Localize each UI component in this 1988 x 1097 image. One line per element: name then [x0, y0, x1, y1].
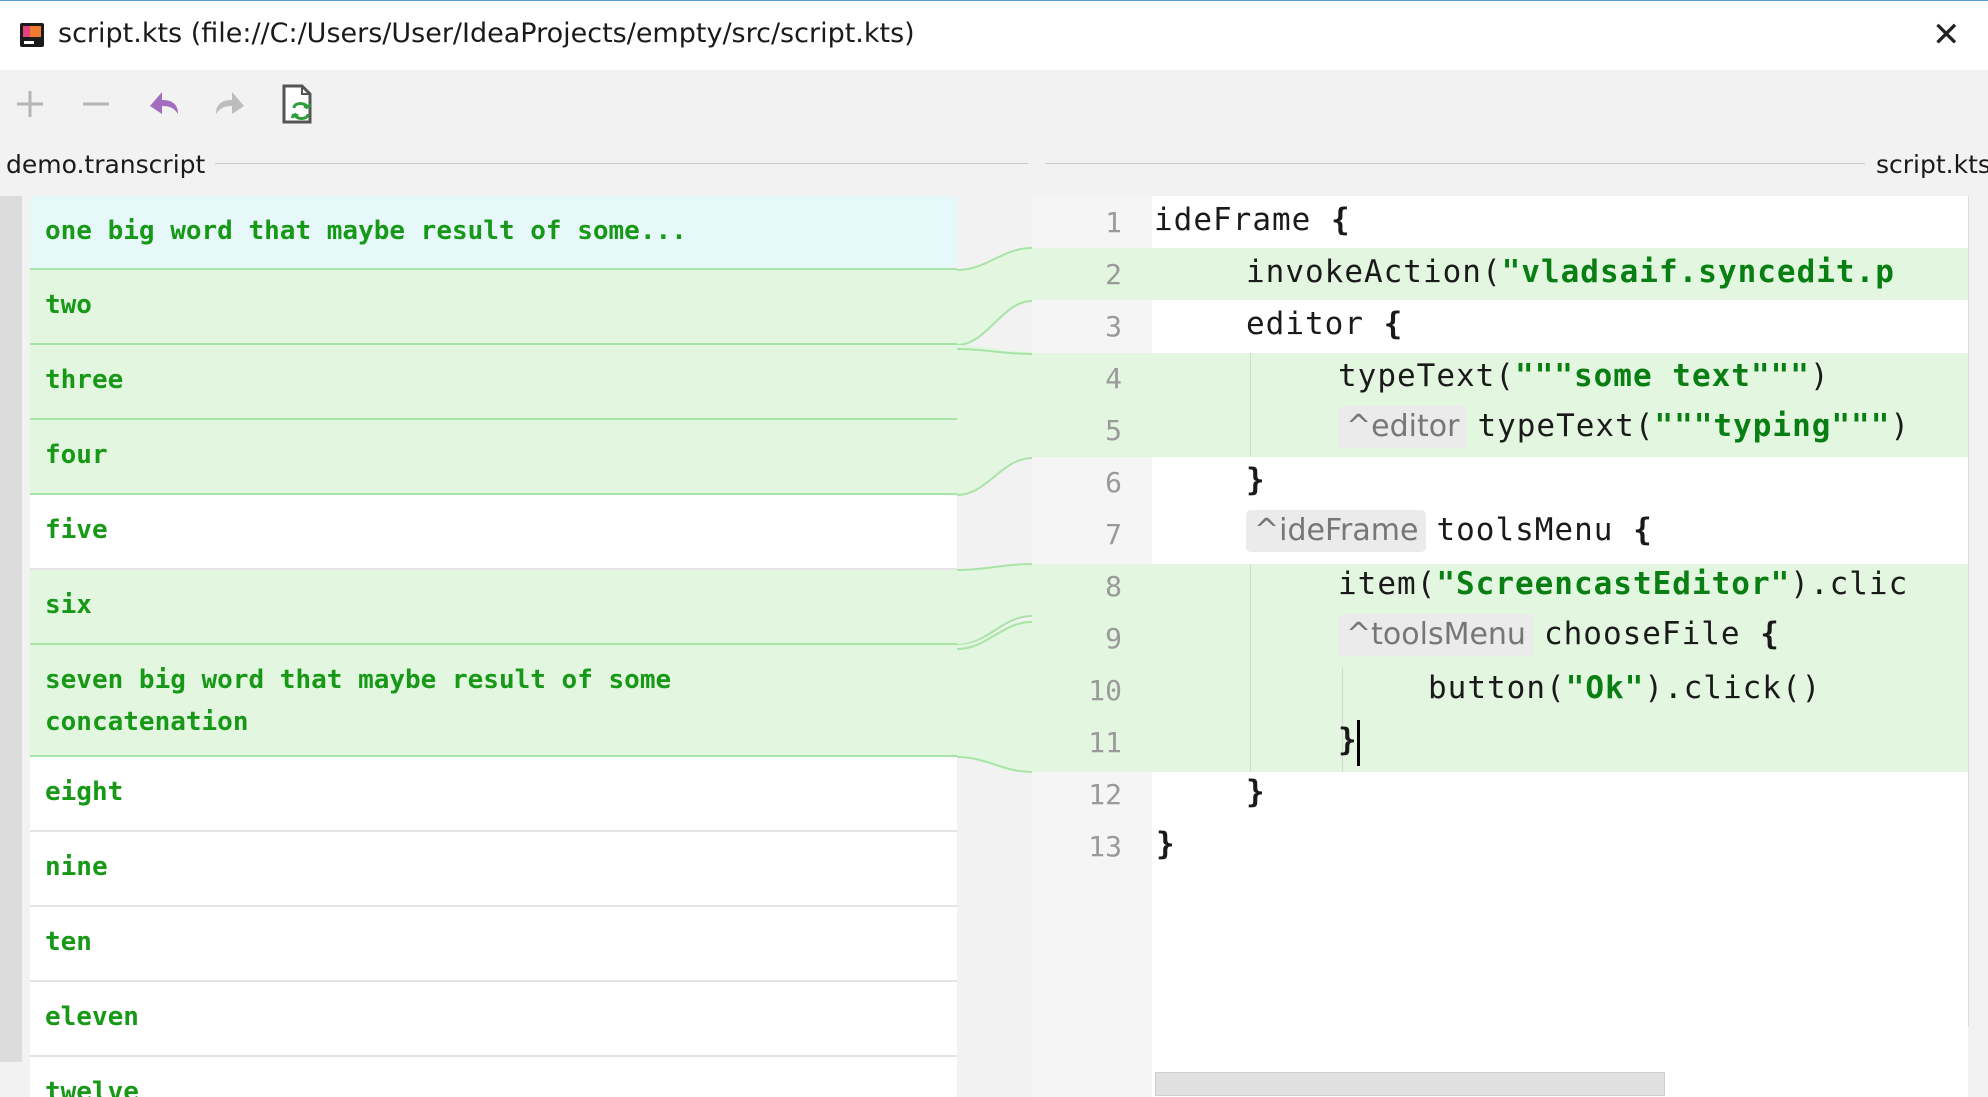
- editor-horizontal-scrollbar[interactable]: [1155, 1072, 1665, 1096]
- line-number: 5: [1105, 414, 1122, 447]
- sync-connectors: [957, 247, 1032, 773]
- text-caret: [1357, 720, 1360, 766]
- transcript-item[interactable]: twelve: [30, 1057, 957, 1097]
- transcript-item[interactable]: ten: [30, 907, 957, 982]
- line-number: 6: [1105, 466, 1122, 499]
- code-line: invokeAction("vladsaif.syncedit.p: [1246, 254, 1895, 290]
- intellij-app-icon: [20, 23, 44, 47]
- transcript-item-text: eleven: [45, 1002, 139, 1032]
- inlay-hint: ^editor: [1338, 406, 1468, 448]
- line-number: 1: [1105, 206, 1122, 239]
- transcript-item[interactable]: eleven: [30, 982, 957, 1057]
- script-header: script.kts: [1876, 150, 1988, 179]
- line-number: 4: [1105, 362, 1122, 395]
- line-number: 7: [1105, 518, 1122, 551]
- inlay-hint: ^toolsMenu: [1338, 614, 1534, 656]
- undo-icon: [150, 92, 178, 114]
- add-button[interactable]: [8, 82, 52, 126]
- transcript-item-text: six: [45, 590, 92, 620]
- line-number: 12: [1088, 778, 1122, 811]
- close-icon[interactable]: ✕: [1932, 15, 1961, 55]
- transcript-item-text: four: [45, 440, 108, 470]
- transcript-item[interactable]: two: [30, 270, 957, 345]
- code-editor[interactable]: ideFrame { invokeAction("vladsaif.synced…: [1152, 196, 1968, 1097]
- transcript-item[interactable]: six: [30, 570, 957, 645]
- window-title: script.kts (file://C:/Users/User/IdeaPro…: [58, 18, 915, 49]
- transcript-item[interactable]: eight: [30, 757, 957, 832]
- sync-file-button[interactable]: [278, 82, 322, 126]
- transcript-item[interactable]: one big word that maybe result of some..…: [30, 196, 957, 270]
- code-line: item("ScreencastEditor").clic: [1338, 566, 1909, 602]
- transcript-scrollbar[interactable]: [0, 196, 22, 1062]
- transcript-header: demo.transcript: [6, 150, 206, 179]
- add-icon: [17, 91, 43, 117]
- header-divider: [1045, 163, 1865, 164]
- transcript-item-text: concatenation: [45, 707, 249, 737]
- line-number: 9: [1105, 622, 1122, 655]
- transcript-item-text: nine: [45, 852, 108, 882]
- title-bar: script.kts (file://C:/Users/User/IdeaPro…: [0, 0, 1988, 70]
- transcript-item[interactable]: nine: [30, 832, 957, 907]
- redo-button[interactable]: [208, 82, 252, 126]
- line-number: 2: [1105, 258, 1122, 291]
- transcript-item-text: five: [45, 515, 108, 545]
- line-number: 10: [1088, 674, 1122, 707]
- line-number: 3: [1105, 310, 1122, 343]
- transcript-item-text: ten: [45, 927, 92, 957]
- code-line: }: [1338, 722, 1358, 758]
- line-number: 8: [1105, 570, 1122, 603]
- transcript-item-text: one big word that maybe result of some..…: [45, 216, 687, 246]
- transcript-list[interactable]: one big word that maybe result of some..…: [30, 196, 957, 1097]
- code-line: ^editor typeText("""typing"""): [1338, 406, 1910, 448]
- transcript-item[interactable]: seven big word that maybe result of some…: [30, 645, 957, 757]
- code-line: ^ideFrame toolsMenu {: [1246, 510, 1653, 552]
- inlay-hint: ^ideFrame: [1246, 510, 1427, 552]
- transcript-item[interactable]: three: [30, 345, 957, 420]
- remove-icon: [83, 102, 109, 106]
- undo-button[interactable]: [142, 82, 186, 126]
- line-number-gutter: 1 2 3 4 5 6 7 8 9 10 11 12 13: [1032, 196, 1152, 1097]
- code-line: }: [1156, 826, 1176, 862]
- transcript-item[interactable]: five: [30, 495, 957, 570]
- transcript-item-text: three: [45, 365, 124, 395]
- code-line: typeText("""some text"""): [1338, 358, 1830, 394]
- transcript-item-text: two: [45, 290, 92, 320]
- code-line: }: [1246, 462, 1266, 498]
- line-number: 11: [1088, 726, 1122, 759]
- code-line: ideFrame {: [1154, 202, 1351, 238]
- header-divider: [215, 163, 1028, 164]
- sync-file-icon: [282, 84, 312, 124]
- transcript-item-text: twelve: [45, 1077, 139, 1097]
- code-line: button("Ok").click(): [1428, 670, 1822, 706]
- remove-button[interactable]: [74, 82, 118, 126]
- editor-vertical-scrollbar[interactable]: [1968, 196, 1988, 1026]
- transcript-item-text: eight: [45, 777, 124, 807]
- code-line: }: [1246, 774, 1266, 810]
- transcript-item[interactable]: four: [30, 420, 957, 495]
- code-line: ^toolsMenu chooseFile {: [1338, 614, 1780, 656]
- redo-icon: [216, 92, 244, 114]
- line-number: 13: [1088, 830, 1122, 863]
- transcript-item-text: seven big word that maybe result of some: [45, 665, 672, 695]
- code-line: editor {: [1246, 306, 1404, 342]
